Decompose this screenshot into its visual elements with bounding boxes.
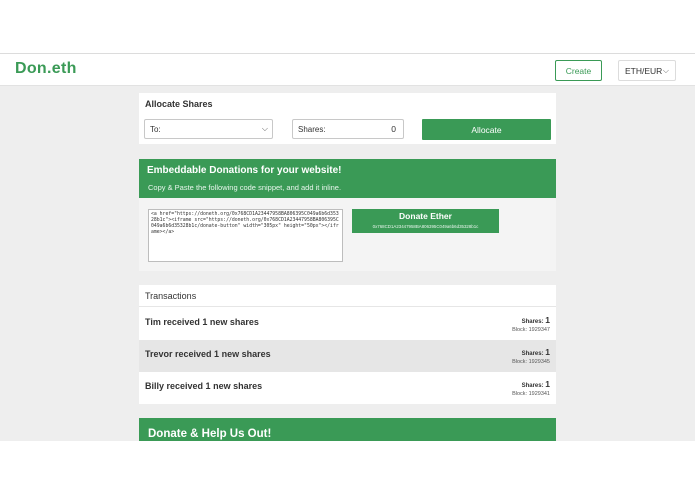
embed-code-textarea[interactable]: <a href="https://doneth.org/0x768CD1A234… bbox=[148, 209, 343, 262]
tx-shares-value: 1 bbox=[545, 315, 550, 325]
tx-name: Tim bbox=[145, 317, 161, 327]
tx-shares-label: Shares: bbox=[521, 383, 544, 389]
currency-select[interactable]: ETH/EUR ⌵ bbox=[618, 60, 676, 81]
tx-block: Block: 1929345 bbox=[512, 359, 550, 365]
donate-ether-button[interactable]: Donate Ether 0x768CD1A23447958BA806395C0… bbox=[352, 209, 499, 233]
app-screen: Don.eth Create ETH/EUR ⌵ Allocate Shares… bbox=[0, 53, 695, 441]
recipient-select[interactable]: To: ⌵ bbox=[144, 119, 273, 139]
tx-text: received 1 new shares bbox=[163, 317, 259, 327]
shares-input-value: 0 bbox=[391, 124, 396, 134]
donate-address: 0x768CD1A23447958BA806395C049a6b6d35328b… bbox=[372, 224, 479, 229]
table-row: Billy received 1 new shares Shares: 1 Bl… bbox=[139, 372, 556, 404]
tx-name: Trevor bbox=[145, 349, 173, 359]
table-row: Tim received 1 new shares Shares: 1 Bloc… bbox=[139, 308, 556, 340]
logo[interactable]: Don.eth bbox=[15, 60, 77, 78]
embed-header: Embeddable Donations for your website! C… bbox=[139, 159, 556, 198]
tx-shares-value: 1 bbox=[545, 347, 550, 357]
tx-block: Block: 1929341 bbox=[512, 391, 550, 397]
allocate-title: Allocate Shares bbox=[145, 99, 213, 109]
transactions-title: Transactions bbox=[139, 285, 556, 307]
create-button[interactable]: Create bbox=[555, 60, 602, 81]
table-row: Trevor received 1 new shares Shares: 1 B… bbox=[139, 340, 556, 372]
tx-name: Billy bbox=[145, 381, 165, 391]
chevron-down-icon: ⌵ bbox=[662, 66, 669, 75]
tx-shares-label: Shares: bbox=[521, 351, 544, 357]
donate-help-title: Donate & Help Us Out! bbox=[148, 428, 272, 440]
allocate-shares-card: Allocate Shares To: ⌵ Shares: 0 Allocate bbox=[139, 93, 556, 144]
donate-ether-label: Donate Ether bbox=[399, 211, 452, 221]
transactions-card: Transactions Tim received 1 new shares S… bbox=[139, 285, 556, 404]
top-navbar: Don.eth Create ETH/EUR ⌵ bbox=[0, 54, 695, 86]
allocate-button[interactable]: Allocate bbox=[422, 119, 551, 140]
tx-text: received 1 new shares bbox=[166, 381, 263, 391]
tx-shares-value: 1 bbox=[545, 379, 550, 389]
embed-title: Embeddable Donations for your website! bbox=[147, 165, 342, 176]
embed-subtitle: Copy & Paste the following code snippet,… bbox=[148, 183, 342, 192]
currency-value: ETH/EUR bbox=[625, 65, 663, 76]
shares-input-label: Shares: bbox=[298, 125, 326, 134]
donate-help-card: Donate & Help Us Out! bbox=[139, 418, 556, 441]
tx-block: Block: 1929347 bbox=[512, 327, 550, 333]
embed-donations-card: Embeddable Donations for your website! C… bbox=[139, 159, 556, 271]
tx-text: received 1 new shares bbox=[175, 349, 271, 359]
shares-input[interactable]: Shares: 0 bbox=[292, 119, 404, 139]
tx-shares-label: Shares: bbox=[521, 319, 544, 325]
chevron-down-icon: ⌵ bbox=[261, 124, 268, 133]
recipient-label: To: bbox=[150, 125, 161, 134]
